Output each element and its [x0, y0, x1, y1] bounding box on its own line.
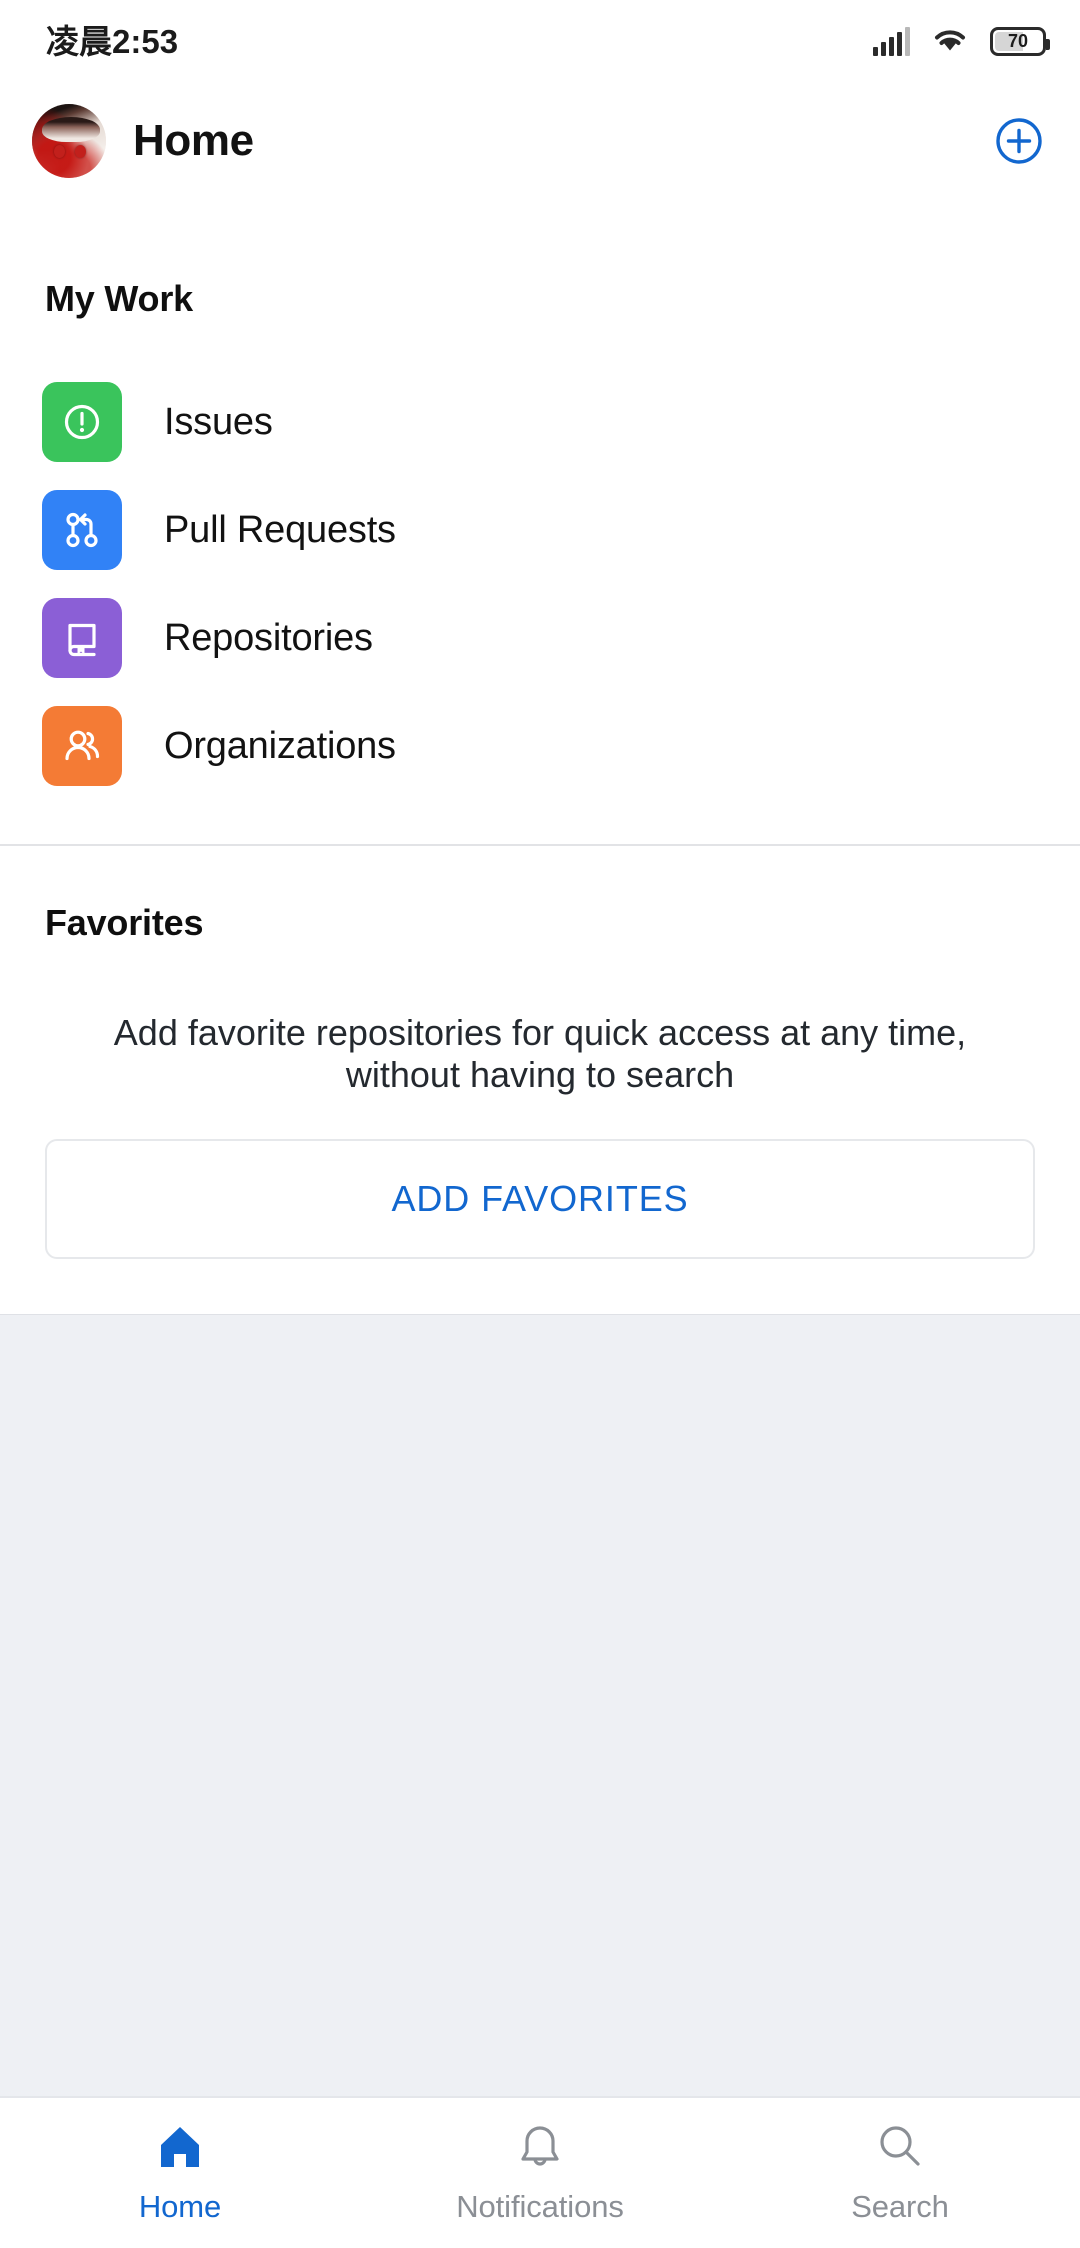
- bell-icon: [514, 2121, 566, 2173]
- my-work-heading: My Work: [45, 278, 193, 319]
- battery-level: 70: [1007, 31, 1029, 51]
- my-work-item-label: Pull Requests: [164, 508, 396, 551]
- page-title: Home: [133, 116, 254, 165]
- wifi-icon: [932, 24, 968, 59]
- signal-bars-icon: [873, 26, 910, 56]
- git-pull-request-icon: [42, 490, 122, 570]
- bottom-navigation: Home Notifications Search: [0, 2096, 1080, 2248]
- search-icon: [874, 2121, 926, 2173]
- my-work-item-pull-requests[interactable]: Pull Requests: [0, 476, 1080, 584]
- my-work-item-organizations[interactable]: Organizations: [0, 692, 1080, 800]
- nav-item-notifications[interactable]: Notifications: [360, 2098, 720, 2248]
- add-favorites-button[interactable]: ADD FAVORITES: [45, 1138, 1035, 1259]
- my-work-item-label: Organizations: [164, 724, 396, 767]
- page-background-filler: [0, 1313, 1080, 2096]
- avatar[interactable]: [32, 104, 106, 178]
- app-screen: 凌晨2:53 70 Home My Work Issues Pull Reque…: [0, 0, 1080, 2248]
- nav-item-label: Home: [138, 2189, 222, 2224]
- plus-circle-icon[interactable]: [994, 116, 1044, 166]
- nav-item-label: Notifications: [456, 2189, 624, 2224]
- my-work-item-repositories[interactable]: Repositories: [0, 584, 1080, 692]
- issue-opened-icon: [42, 382, 122, 462]
- app-header: Home: [0, 82, 1080, 200]
- nav-item-search[interactable]: Search: [720, 2098, 1080, 2248]
- organization-icon: [42, 706, 122, 786]
- my-work-section: My Work Issues Pull Requests Repositorie…: [0, 200, 1080, 800]
- nav-item-label: Search: [851, 2189, 949, 2224]
- repo-icon: [42, 598, 122, 678]
- favorites-heading: Favorites: [45, 902, 204, 943]
- home-icon: [154, 2121, 206, 2173]
- my-work-list: Issues Pull Requests Repositories Organi…: [0, 368, 1080, 800]
- status-indicators: 70: [873, 24, 1050, 59]
- main-content: My Work Issues Pull Requests Repositorie…: [0, 200, 1080, 2096]
- battery-icon: 70: [990, 26, 1050, 56]
- favorites-section: Favorites Add favorite repositories for …: [0, 846, 1080, 1259]
- status-time: 凌晨2:53: [46, 22, 179, 60]
- my-work-item-issues[interactable]: Issues: [0, 368, 1080, 476]
- favorites-empty-text: Add favorite repositories for quick acce…: [113, 1012, 967, 1096]
- my-work-item-label: Repositories: [164, 616, 373, 659]
- status-bar: 凌晨2:53 70: [0, 0, 1080, 82]
- my-work-item-label: Issues: [164, 400, 273, 443]
- nav-item-home[interactable]: Home: [0, 2098, 360, 2248]
